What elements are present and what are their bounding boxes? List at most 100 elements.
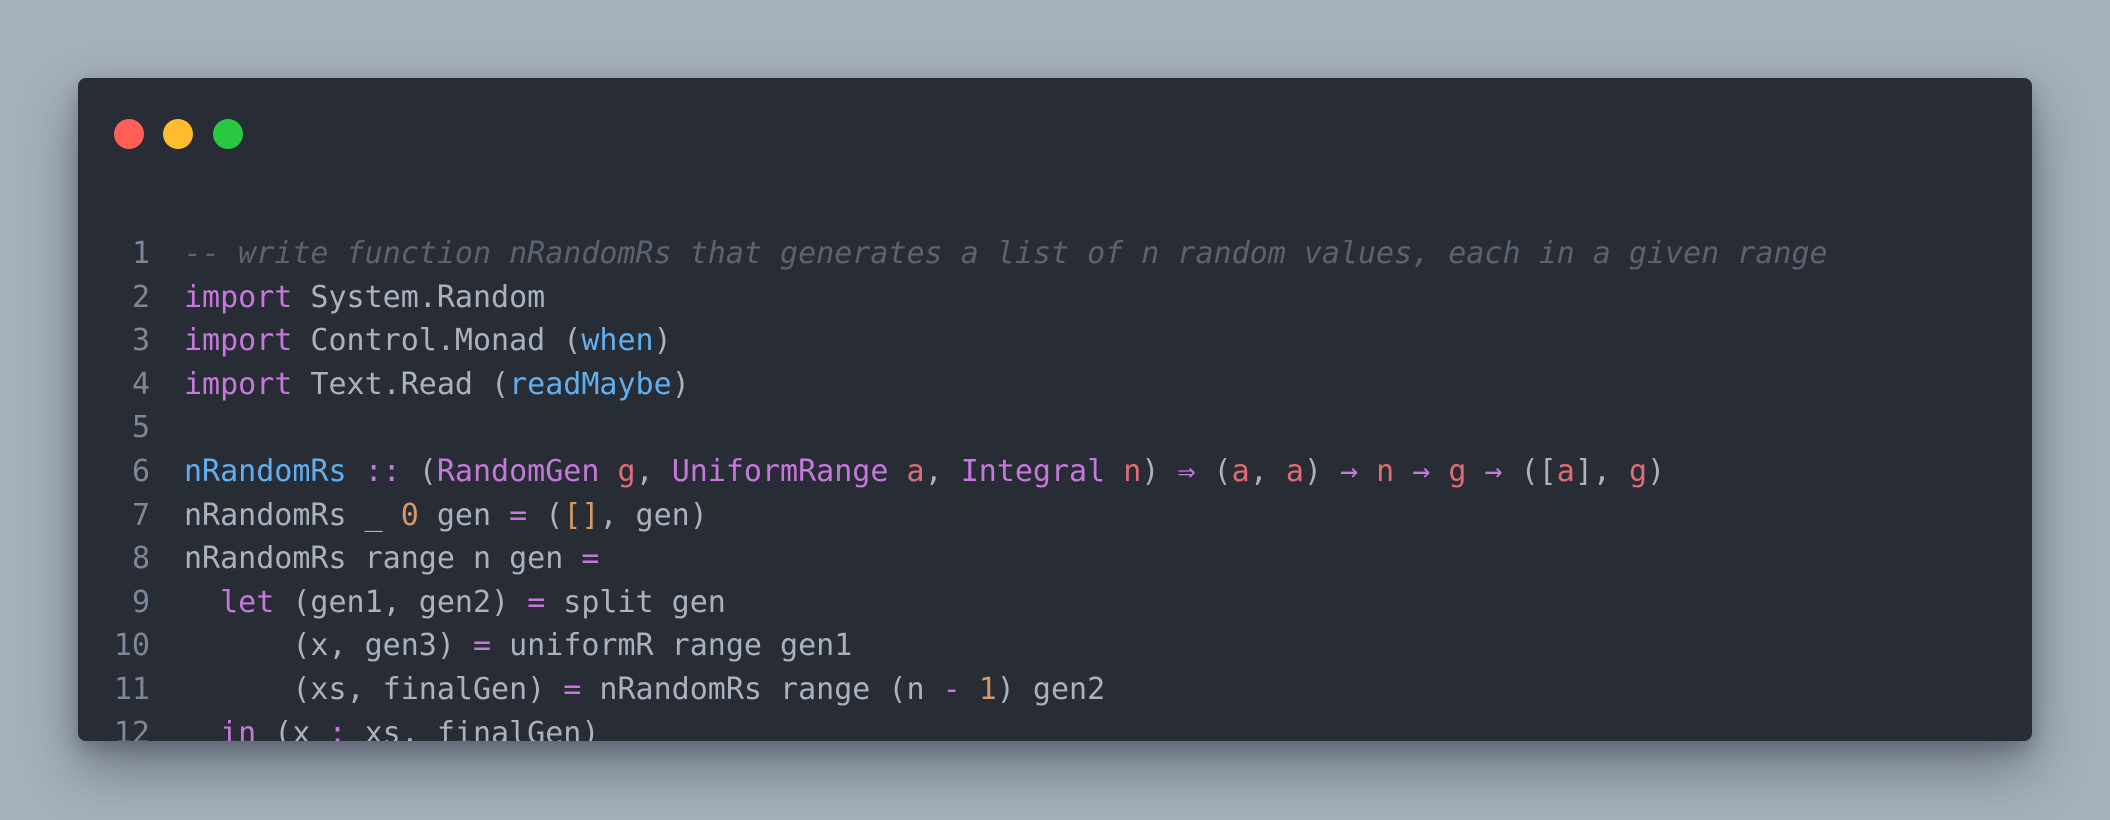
minimize-button[interactable] [163,119,193,149]
code-line: 6 nRandomRs :: (RandomGen g, UniformRange… [78,450,2032,494]
code-token: let [220,584,275,620]
code-token: → [1412,454,1431,489]
code-token: ], [1574,454,1629,489]
code-token: nRandomRs range (n [581,672,943,707]
code-line: 4 import Text.Read (readMaybe) [78,363,2032,407]
line-number: 3 [131,323,150,359]
code-token: n [1376,454,1395,489]
code-token: System.Random [292,279,546,315]
code-token: , gen) [599,497,708,533]
line-number: 2 [131,279,150,315]
code-line: 3 import Control.Monad (when) [78,319,2032,363]
code-token: a [1285,454,1304,489]
code-token: nRandomRs _ [184,497,401,533]
code-line: 10 (x, gen3) = uniformR range gen1 [78,624,2032,668]
code-token: split gen [545,584,726,620]
code-token: ( [527,497,564,533]
code-token: = [527,584,546,620]
code-window: 1 -- write function nRandomRs that genera… [78,78,2032,741]
code-line: 5 [78,406,2032,450]
code-token: nRandomRs [184,454,347,489]
code-token: ) [1647,454,1666,489]
code-text: let (gen1, gen2) = split gen [184,581,726,625]
line-number: 8 [131,541,150,577]
code-token: ) [653,323,672,359]
code-token: = [563,672,582,707]
code-text: (x, gen3) = uniformR range gen1 [184,624,852,668]
code-token: gen [418,497,510,533]
code-token: (xs, finalGen) [184,672,564,707]
code-token: n [1123,454,1142,489]
code-text: import Control.Monad (when) [184,319,672,363]
code-token: (x, gen3) [184,628,473,664]
code-token: UniformRange [671,454,889,489]
line-number: 5 [131,410,150,446]
code-token: , [1249,454,1286,489]
close-button[interactable] [114,119,144,149]
code-token: when [581,323,654,359]
code-token: ⇒ [1177,454,1196,489]
code-text: -- write function nRandomRs that generat… [184,232,1828,276]
code-token: a [1556,454,1575,489]
code-line: 2 import System.Random [78,276,2032,320]
code-token: = [581,541,600,577]
code-token: ) [671,366,690,402]
code-token: = [509,497,528,533]
code-token: - [942,672,961,707]
code-token: ( [1195,454,1232,489]
code-token: ) [1141,454,1178,489]
maximize-button[interactable] [213,119,243,149]
code-token: 1 [978,672,997,707]
code-line: 11 (xs, finalGen) = nRandomRs range (n -… [78,668,2032,712]
line-number: 1 [131,236,150,271]
code-token: ( [400,454,437,489]
code-token: Text.Read ( [292,366,510,402]
code-token: import [184,279,293,315]
line-number: 12 [113,715,150,741]
code-token: = [472,628,492,664]
code-token: in [220,715,257,741]
code-token: , [924,454,961,489]
code-text: nRandomRs :: (RandomGen g, UniformRange … [184,450,1665,494]
code-token: readMaybe [509,366,672,402]
code-token: a [1231,454,1250,489]
line-number: 6 [131,454,150,489]
code-token: (x [256,715,329,741]
code-text: nRandomRs range n gen = [184,537,599,581]
code-line: 7 nRandomRs _ 0 gen = ([], gen) [78,494,2032,538]
code-token: nRandomRs range n gen [184,541,582,577]
code-token: → [1484,454,1503,489]
window-titlebar [78,78,2032,188]
code-text: (xs, finalGen) = nRandomRs range (n - 1)… [184,668,1105,712]
code-text: nRandomRs _ 0 gen = ([], gen) [184,494,708,538]
code-text: import Text.Read (readMaybe) [184,363,690,407]
code-token: Control.Monad ( [292,323,582,359]
code-token: ([ [1502,454,1557,489]
code-token: : [328,715,347,741]
code-token: import [184,323,293,359]
code-token: xs, finalGen) [346,715,600,741]
code-text: import System.Random [184,276,545,320]
line-number: 4 [131,366,150,402]
code-token: -- write function nRandomRs that generat… [184,236,1828,271]
code-token: ) [1303,454,1340,489]
code-token: g [1448,454,1467,489]
code-line: 9 let (gen1, gen2) = split gen [78,581,2032,625]
code-token: (gen1, gen2) [274,584,528,620]
code-token: [] [563,497,600,533]
code-token: a [906,454,925,489]
code-token: g [1629,454,1648,489]
code-token: g [617,454,636,489]
code-token: , [635,454,672,489]
line-number: 7 [131,497,150,533]
